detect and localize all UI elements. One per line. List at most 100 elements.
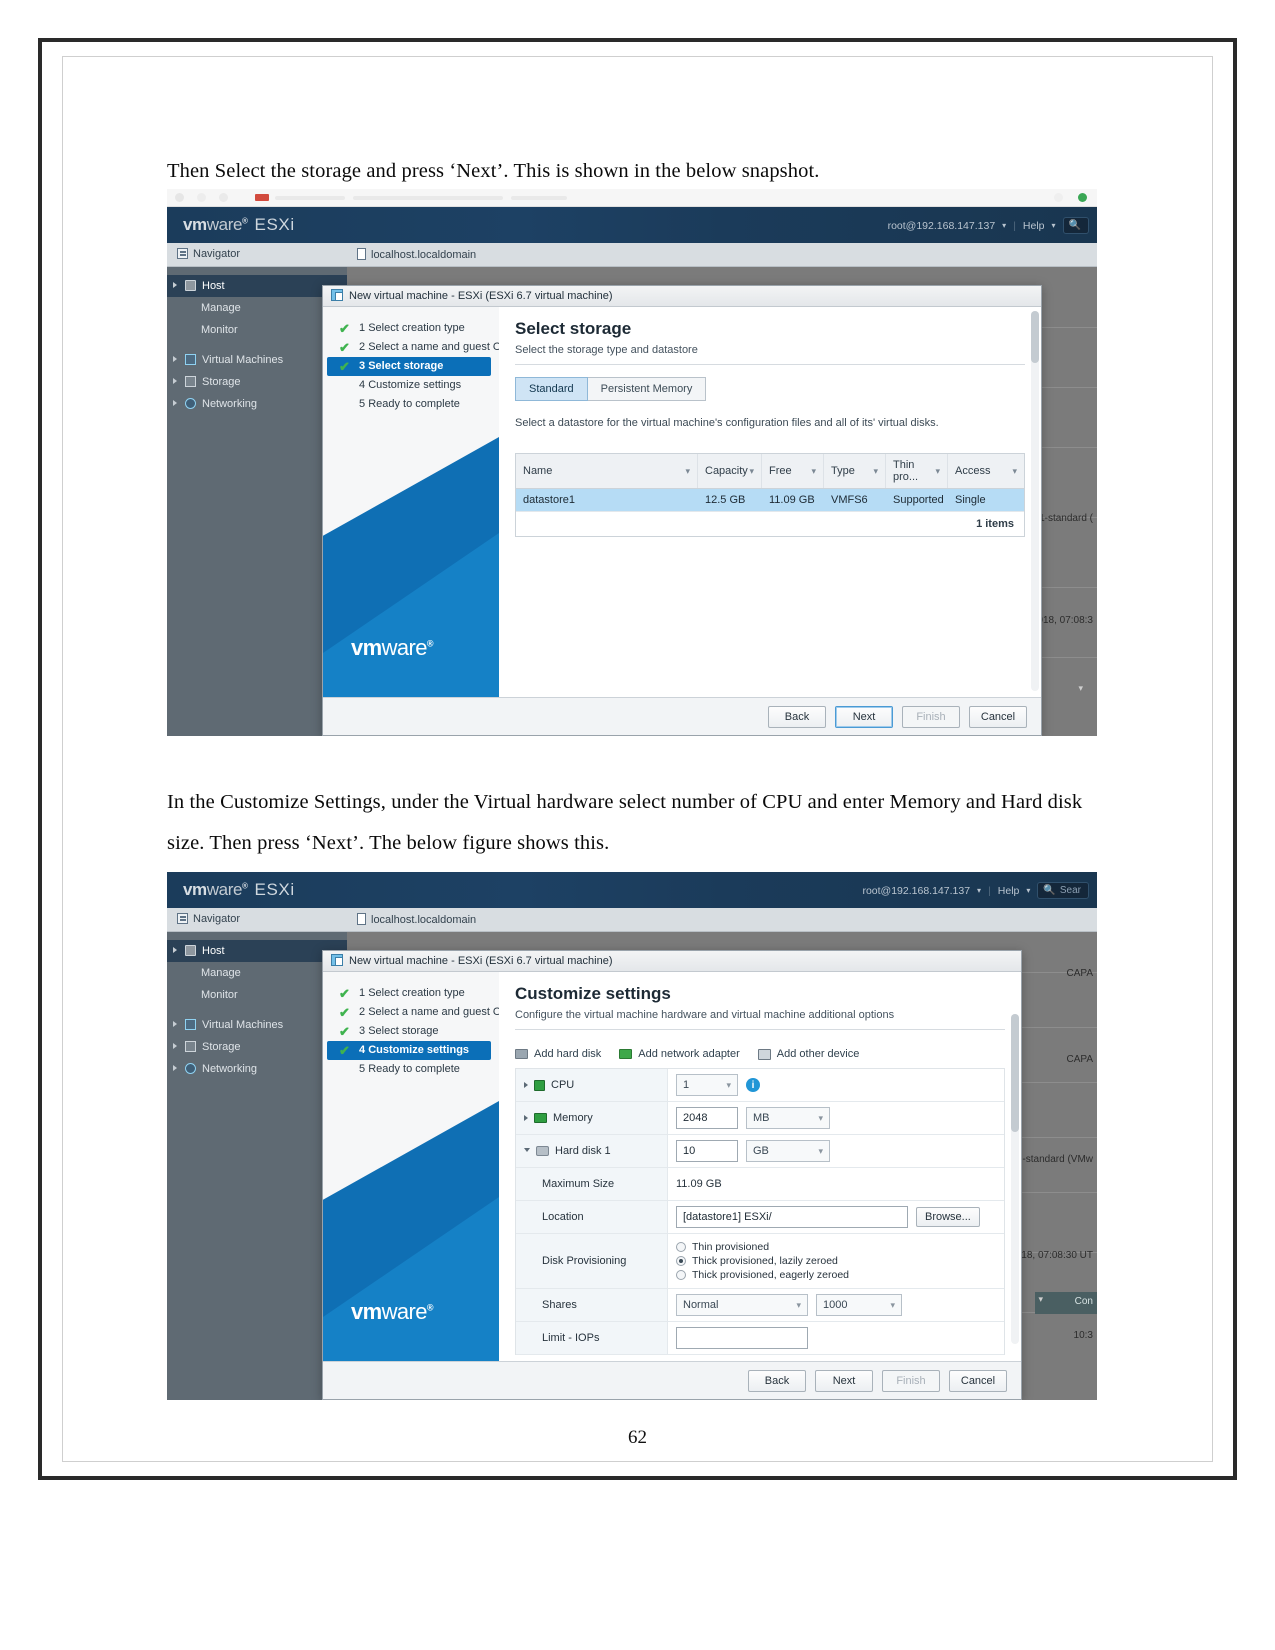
memory-unit-select[interactable]: MB ▾ <box>746 1107 830 1129</box>
sidebar-item-monitor[interactable]: Monitor <box>167 984 347 1006</box>
browser-reload-icon[interactable] <box>219 193 228 202</box>
radio-icon-selected[interactable] <box>676 1256 686 1266</box>
memory-size-input[interactable]: 2048 <box>676 1107 738 1129</box>
sidebar-item-manage[interactable]: Manage <box>167 297 347 319</box>
sidebar-item-virtual-machines[interactable]: Virtual Machines <box>167 1014 347 1036</box>
chevron-down-icon[interactable]: ▾ <box>749 466 754 477</box>
chevron-right-icon[interactable] <box>173 947 177 953</box>
wizard-step-4[interactable]: 4 Customize settings <box>327 376 491 395</box>
radio-thin-provisioned[interactable]: Thin provisioned <box>676 1241 769 1253</box>
chevron-down-icon[interactable]: ▾ <box>796 1300 801 1311</box>
column-header-name[interactable]: Name ▾ <box>516 454 698 488</box>
wizard-step-5[interactable]: 5 Ready to complete <box>327 1060 491 1079</box>
wizard-step-2[interactable]: ✔ 2 Select a name and guest OS <box>327 338 499 357</box>
chevron-right-icon[interactable] <box>173 1043 177 1049</box>
finish-button[interactable]: Finish <box>902 705 960 728</box>
chevron-down-icon[interactable]: ▾ <box>890 1300 895 1311</box>
chevron-down-icon[interactable]: ▾ <box>873 466 878 477</box>
wizard-step-5[interactable]: 5 Ready to complete <box>327 395 491 414</box>
chevron-down-icon[interactable] <box>524 1147 530 1155</box>
memory-row-label[interactable]: Memory <box>516 1102 668 1134</box>
scrollbar-thumb[interactable] <box>1011 1014 1019 1132</box>
radio-thick-lazily-zeroed[interactable]: Thick provisioned, lazily zeroed <box>676 1255 838 1267</box>
column-header-access[interactable]: Access ▾ <box>948 454 1024 488</box>
table-row[interactable]: datastore1 12.5 GB 11.09 GB VMFS6 Suppor… <box>516 489 1024 511</box>
chevron-right-icon[interactable] <box>173 1021 177 1027</box>
breadcrumb[interactable]: localhost.localdomain <box>357 248 476 261</box>
user-menu[interactable]: root@192.168.147.137 <box>888 220 996 232</box>
next-button[interactable]: Next <box>835 705 893 728</box>
chevron-right-icon[interactable] <box>173 1065 177 1071</box>
chevron-down-icon[interactable]: ▾ <box>1012 466 1017 477</box>
chevron-down-icon[interactable]: ▾ <box>1038 1294 1043 1305</box>
back-button[interactable]: Back <box>748 1369 806 1392</box>
chevron-down-icon[interactable]: ▾ <box>935 466 940 477</box>
pane-scrollbar[interactable] <box>1011 1014 1019 1344</box>
sidebar-item-storage[interactable]: Storage <box>167 371 347 393</box>
breadcrumb[interactable]: localhost.localdomain <box>357 913 476 926</box>
scrollbar-thumb[interactable] <box>1031 311 1039 363</box>
browser-forward-icon[interactable] <box>197 193 206 202</box>
search-box[interactable]: 🔍 Sear <box>1037 882 1089 899</box>
sidebar-item-manage[interactable]: Manage <box>167 962 347 984</box>
browser-profile-icon[interactable] <box>1078 193 1087 202</box>
search-input[interactable]: Sear <box>1060 885 1081 896</box>
sidebar-item-networking[interactable]: Networking <box>167 393 347 415</box>
chevron-down-icon[interactable]: ▾ <box>1026 886 1030 895</box>
chevron-right-icon[interactable] <box>173 400 177 406</box>
sidebar-item-networking[interactable]: Networking <box>167 1058 347 1080</box>
add-hard-disk-button[interactable]: Add hard disk <box>515 1048 601 1060</box>
chevron-down-icon[interactable]: ▾ <box>685 466 690 477</box>
chevron-right-icon[interactable] <box>524 1115 528 1121</box>
hard-disk-row-label[interactable]: Hard disk 1 <box>516 1135 668 1167</box>
limit-iops-input[interactable] <box>676 1327 808 1349</box>
chevron-down-icon[interactable]: ▾ <box>1078 683 1083 694</box>
wizard-step-3[interactable]: ✔ 3 Select storage <box>327 357 491 376</box>
help-menu[interactable]: Help <box>998 885 1020 897</box>
shares-amount-select[interactable]: 1000 ▾ <box>816 1294 902 1316</box>
user-menu[interactable]: root@192.168.147.137 <box>862 885 970 897</box>
chevron-down-icon[interactable]: ▾ <box>726 1080 731 1091</box>
chevron-right-icon[interactable] <box>524 1082 528 1088</box>
add-network-adapter-button[interactable]: Add network adapter <box>619 1048 740 1060</box>
next-button[interactable]: Next <box>815 1369 873 1392</box>
tab-persistent-memory[interactable]: Persistent Memory <box>587 377 707 401</box>
add-other-device-button[interactable]: Add other device <box>757 1048 859 1060</box>
location-input[interactable]: [datastore1] ESXi/ <box>676 1206 908 1228</box>
cancel-button[interactable]: Cancel <box>969 705 1027 728</box>
chevron-down-icon[interactable]: ▾ <box>818 1146 823 1157</box>
tab-standard[interactable]: Standard <box>515 377 588 401</box>
cpu-row-label[interactable]: CPU <box>516 1069 668 1101</box>
finish-button[interactable]: Finish <box>882 1369 940 1392</box>
cpu-count-select[interactable]: 1 ▾ <box>676 1074 738 1096</box>
radio-icon[interactable] <box>676 1242 686 1252</box>
hard-disk-unit-select[interactable]: GB ▾ <box>746 1140 830 1162</box>
sidebar-item-virtual-machines[interactable]: Virtual Machines <box>167 349 347 371</box>
wizard-step-1[interactable]: ✔ 1 Select creation type <box>327 319 491 338</box>
chevron-down-icon[interactable]: ▾ <box>1052 221 1056 230</box>
wizard-step-3[interactable]: ✔ 3 Select storage <box>327 1022 491 1041</box>
shares-level-select[interactable]: Normal ▾ <box>676 1294 808 1316</box>
chevron-down-icon[interactable]: ▾ <box>818 1113 823 1124</box>
pane-scrollbar[interactable] <box>1031 311 1039 691</box>
chevron-right-icon[interactable] <box>173 378 177 384</box>
browse-button[interactable]: Browse... <box>916 1207 980 1227</box>
browser-close-icon[interactable] <box>1054 193 1063 202</box>
chevron-down-icon[interactable]: ▾ <box>977 886 981 895</box>
wizard-step-1[interactable]: ✔ 1 Select creation type <box>327 984 491 1003</box>
hard-disk-size-input[interactable]: 10 <box>676 1140 738 1162</box>
wizard-step-2[interactable]: ✔ 2 Select a name and guest OS <box>327 1003 499 1022</box>
back-button[interactable]: Back <box>768 705 826 728</box>
radio-thick-eagerly-zeroed[interactable]: Thick provisioned, eagerly zeroed <box>676 1269 849 1281</box>
sidebar-item-host[interactable]: Host <box>167 275 347 297</box>
wizard-step-4[interactable]: ✔ 4 Customize settings <box>327 1041 491 1060</box>
browser-back-icon[interactable] <box>175 193 184 202</box>
column-header-type[interactable]: Type ▾ <box>824 454 886 488</box>
cancel-button[interactable]: Cancel <box>949 1369 1007 1392</box>
info-icon[interactable]: i <box>746 1078 760 1092</box>
sidebar-item-host[interactable]: Host <box>167 940 347 962</box>
sidebar-item-monitor[interactable]: Monitor <box>167 319 347 341</box>
chevron-down-icon[interactable]: ▾ <box>811 466 816 477</box>
column-header-thin-provisioning[interactable]: Thin pro... ▾ <box>886 454 948 488</box>
column-header-capacity[interactable]: Capacity ▾ <box>698 454 762 488</box>
